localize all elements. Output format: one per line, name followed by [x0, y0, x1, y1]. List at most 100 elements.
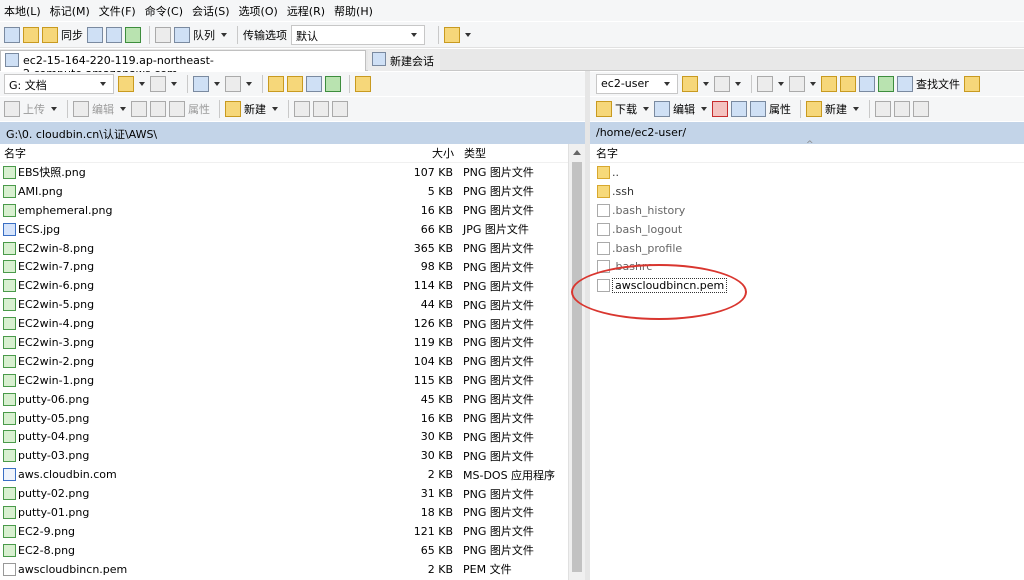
chevron-down-icon[interactable]: [221, 32, 227, 37]
forward-arrow-icon[interactable]: [225, 76, 241, 92]
table-row[interactable]: EC2win-8.png 365 KB PNG 图片文件: [0, 239, 568, 258]
table-row[interactable]: EC2win-1.png 115 KB PNG 图片文件: [0, 371, 568, 390]
list-item[interactable]: .bashrc: [590, 257, 1024, 276]
download-button[interactable]: 下载: [615, 101, 637, 117]
menu-item[interactable]: 命令(C): [145, 3, 183, 19]
list-item[interactable]: .ssh: [590, 182, 1024, 201]
new-icon[interactable]: [806, 101, 822, 117]
local-panel-icon[interactable]: [4, 26, 20, 43]
home-icon[interactable]: [306, 76, 322, 92]
parent-directory-icon[interactable]: [821, 76, 837, 92]
menu-item[interactable]: 远程(R): [287, 3, 325, 19]
delete-icon[interactable]: [712, 101, 728, 117]
refresh-icon[interactable]: [878, 76, 894, 92]
sync-button[interactable]: 同步: [61, 27, 83, 43]
column-type-header[interactable]: 类型: [458, 145, 568, 161]
table-row[interactable]: AMI.png 5 KB PNG 图片文件: [0, 182, 568, 201]
unselect-minus-icon[interactable]: [894, 101, 910, 117]
column-name-header[interactable]: 名字: [0, 145, 262, 161]
table-row[interactable]: aws.cloudbin.com 2 KB MS-DOS 应用程序: [0, 465, 568, 484]
table-row[interactable]: putty-01.png 18 KB PNG 图片文件: [0, 503, 568, 522]
upload-button[interactable]: 上传: [23, 101, 45, 117]
home-icon[interactable]: [859, 76, 875, 92]
properties-icon[interactable]: [750, 101, 766, 117]
find-files-icon[interactable]: [897, 76, 913, 92]
chevron-down-icon[interactable]: [465, 32, 471, 37]
rename-icon[interactable]: [731, 101, 747, 117]
back-arrow-icon[interactable]: [193, 76, 209, 92]
table-row[interactable]: EC2win-5.png 44 KB PNG 图片文件: [0, 295, 568, 314]
forward-arrow-icon[interactable]: [789, 76, 805, 92]
filter-icon[interactable]: [150, 76, 166, 92]
rename-icon[interactable]: [150, 101, 166, 117]
table-row[interactable]: EC2win-3.png 119 KB PNG 图片文件: [0, 333, 568, 352]
menu-item[interactable]: 帮助(H): [334, 3, 373, 19]
list-item[interactable]: .bash_profile: [590, 239, 1024, 258]
table-row[interactable]: putty-02.png 31 KB PNG 图片文件: [0, 484, 568, 503]
tab-new-session[interactable]: 新建会话: [368, 50, 440, 71]
putty-icon[interactable]: [106, 26, 122, 43]
refresh-icon[interactable]: [125, 26, 141, 43]
queue-icon[interactable]: [174, 26, 190, 43]
properties-button[interactable]: 属性: [188, 101, 210, 117]
chevron-down-icon[interactable]: [120, 107, 126, 111]
delete-icon[interactable]: [131, 101, 147, 117]
open-folder-icon[interactable]: [118, 76, 134, 92]
table-row[interactable]: EC2win-7.png 98 KB PNG 图片文件: [0, 257, 568, 276]
menu-item[interactable]: 会话(S): [192, 3, 230, 19]
menu-item[interactable]: 文件(F): [99, 3, 136, 19]
queue-button[interactable]: 队列: [193, 27, 215, 43]
chevron-down-icon[interactable]: [643, 107, 649, 111]
find-files-button[interactable]: 查找文件: [916, 76, 960, 92]
edit-button[interactable]: 编辑: [92, 101, 114, 117]
local-drive-select[interactable]: G: 文档: [4, 74, 114, 94]
column-name-header[interactable]: 名字: [590, 145, 618, 161]
menu-item[interactable]: 标记(M): [50, 3, 90, 19]
edit-icon[interactable]: [654, 101, 670, 117]
refresh-icon[interactable]: [325, 76, 341, 92]
table-row[interactable]: EC2-8.png 65 KB PNG 图片文件: [0, 541, 568, 560]
table-row[interactable]: EC2win-4.png 126 KB PNG 图片文件: [0, 314, 568, 333]
chevron-down-icon[interactable]: [139, 82, 145, 86]
chevron-down-icon[interactable]: [735, 82, 741, 86]
console-icon[interactable]: [87, 26, 103, 43]
local-scrollbar[interactable]: [568, 144, 585, 580]
upload-icon[interactable]: [4, 101, 20, 117]
properties-icon[interactable]: [169, 101, 185, 117]
chevron-down-icon[interactable]: [778, 82, 784, 86]
list-item[interactable]: .bash_history: [590, 201, 1024, 220]
back-arrow-icon[interactable]: [757, 76, 773, 92]
root-directory-icon[interactable]: [840, 76, 856, 92]
menu-item[interactable]: 本地(L): [4, 3, 41, 19]
tab-session[interactable]: ec2-15-164-220-119.ap-northeast-2.comput…: [0, 50, 366, 80]
chevron-down-icon[interactable]: [853, 107, 859, 111]
list-item[interactable]: awscloudbincn.pem: [590, 276, 1024, 295]
chevron-down-icon[interactable]: [51, 107, 57, 111]
list-item[interactable]: .bash_logout: [590, 220, 1024, 239]
scroll-up-arrow-icon[interactable]: [573, 150, 581, 155]
table-row[interactable]: EC2win-2.png 104 KB PNG 图片文件: [0, 352, 568, 371]
tree-icon[interactable]: [355, 76, 371, 92]
table-row[interactable]: awscloudbincn.pem 2 KB PEM 文件: [0, 560, 568, 579]
chevron-down-icon[interactable]: [810, 82, 816, 86]
new-button[interactable]: 新建: [244, 101, 266, 117]
table-row[interactable]: emphemeral.png 16 KB PNG 图片文件: [0, 201, 568, 220]
transfer-options-select[interactable]: 默认: [291, 24, 425, 45]
compare-icon[interactable]: [42, 26, 58, 43]
filter-icon[interactable]: [714, 76, 730, 92]
properties-button[interactable]: 属性: [769, 101, 791, 117]
new-icon[interactable]: [225, 101, 241, 117]
transfer-settings-icon[interactable]: [444, 26, 460, 43]
table-row[interactable]: ECS.jpg 66 KB JPG 图片文件: [0, 220, 568, 239]
scroll-thumb[interactable]: [572, 162, 582, 572]
select-all-plus-icon[interactable]: [875, 101, 891, 117]
table-row[interactable]: EBS快照.png 107 KB PNG 图片文件: [0, 163, 568, 182]
remote-folder-select[interactable]: ec2-user: [596, 74, 678, 94]
table-row[interactable]: EC2win-6.png 114 KB PNG 图片文件: [0, 276, 568, 295]
column-size-header[interactable]: 大小: [262, 145, 458, 161]
unselect-minus-icon[interactable]: [313, 101, 329, 117]
tree-icon[interactable]: [964, 76, 980, 92]
table-row[interactable]: putty-05.png 16 KB PNG 图片文件: [0, 409, 568, 428]
preferences-gear-icon[interactable]: [155, 26, 171, 43]
table-row[interactable]: EC2-9.png 121 KB PNG 图片文件: [0, 522, 568, 541]
